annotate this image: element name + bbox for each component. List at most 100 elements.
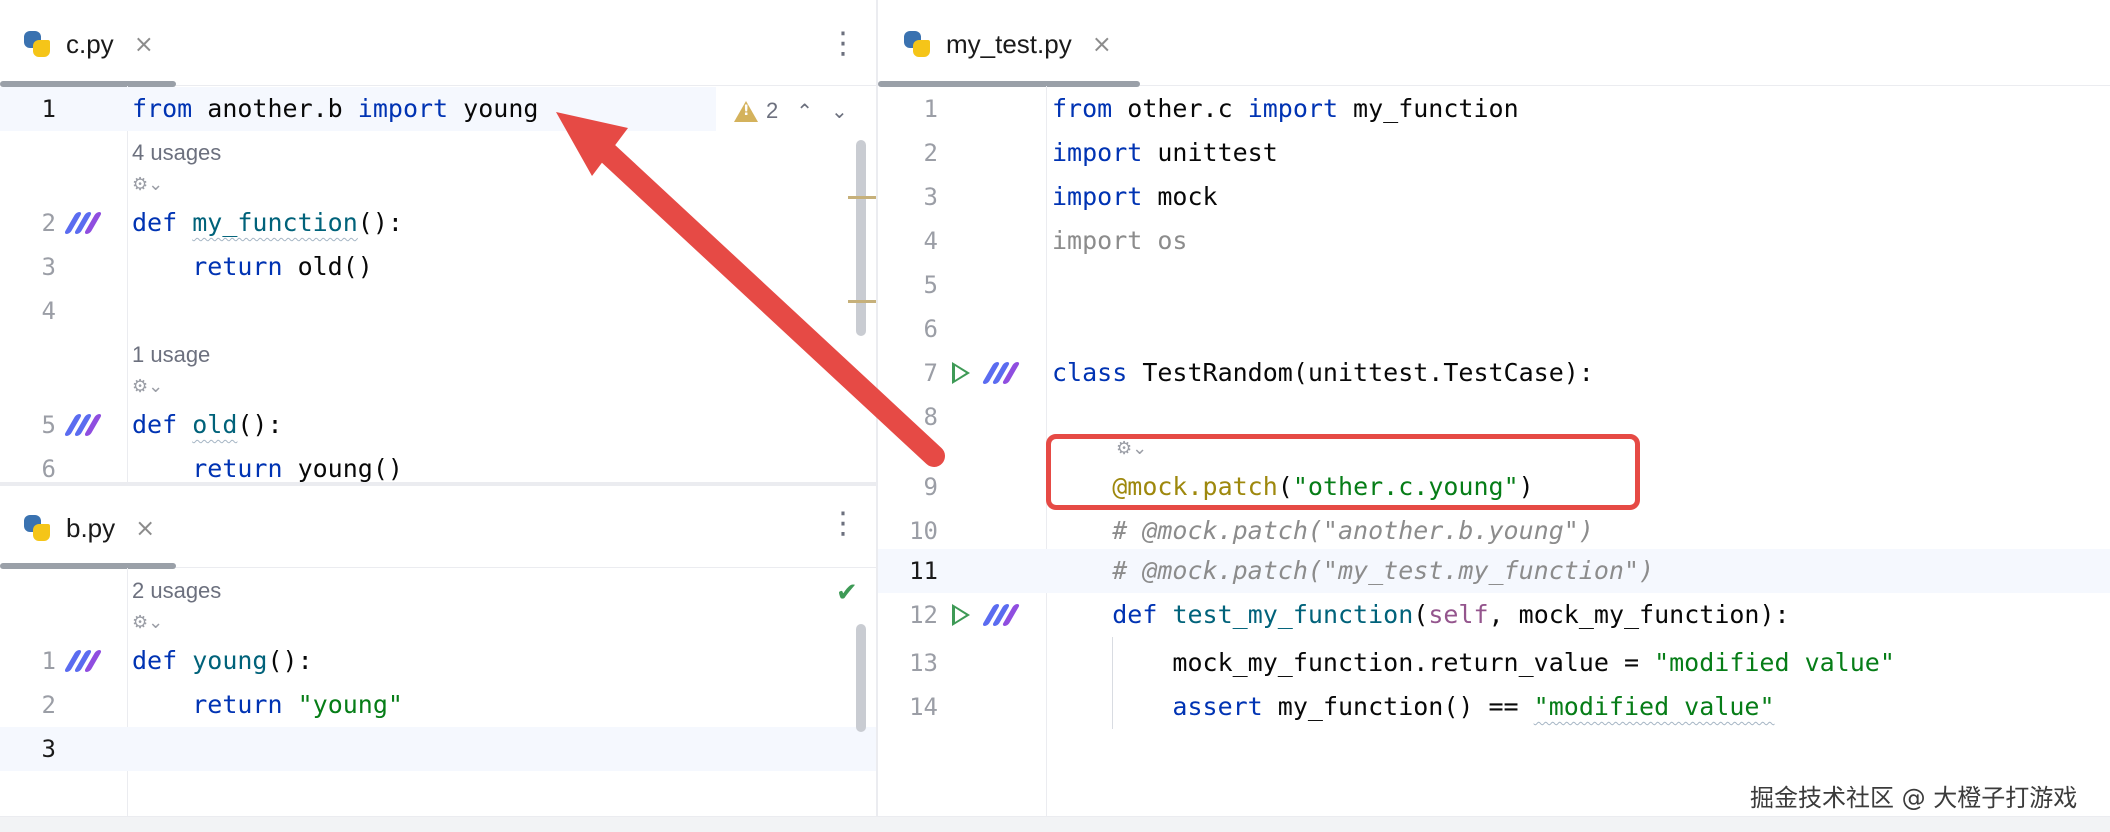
tab-my-test-py[interactable]: my_test.py × bbox=[902, 20, 1112, 68]
chevron-down-icon[interactable]: ⌄ bbox=[831, 99, 848, 123]
keyword: import bbox=[1052, 182, 1143, 211]
line-number: 8 bbox=[923, 403, 938, 431]
tab-label: c.py bbox=[66, 28, 114, 59]
code-line-2[interactable]: def my_function(): bbox=[132, 201, 403, 245]
line-number: 6 bbox=[41, 455, 56, 482]
gutter-separator bbox=[127, 86, 128, 482]
code-line-14[interactable]: assert my_function() == "modified value" bbox=[1052, 685, 1775, 729]
tab-label: b.py bbox=[66, 512, 116, 543]
comment: # @mock.patch("my_test.my_function") bbox=[1112, 556, 1655, 585]
module-name: another.b bbox=[192, 94, 358, 123]
ai-assistant-icon[interactable] bbox=[981, 604, 1021, 626]
active-tab-indicator bbox=[0, 563, 176, 569]
keyword: import bbox=[1247, 94, 1338, 123]
line-number: 3 bbox=[923, 183, 938, 211]
tab-c-py[interactable]: c.py × bbox=[22, 20, 154, 68]
line-number: 10 bbox=[909, 517, 938, 545]
line-number: 2 bbox=[41, 209, 56, 237]
ai-assistant-icon[interactable] bbox=[63, 414, 103, 436]
keyword: assert bbox=[1172, 692, 1263, 721]
function-name: young bbox=[192, 646, 268, 675]
inspection-widget[interactable]: 2 ⌃ ⌄ bbox=[734, 94, 848, 128]
code-line-2[interactable]: return "young" bbox=[132, 683, 403, 727]
line-number: 11 bbox=[909, 557, 938, 585]
self-parameter: self bbox=[1428, 600, 1489, 629]
run-test-icon[interactable] bbox=[952, 362, 970, 384]
code-text: (): bbox=[237, 410, 283, 439]
close-icon[interactable]: × bbox=[134, 30, 154, 58]
chevron-up-icon[interactable]: ⌃ bbox=[796, 99, 813, 123]
tab-bar: my_test.py × bbox=[878, 0, 2110, 87]
line-number: 2 bbox=[923, 139, 938, 167]
code-line-7[interactable]: class TestRandom(unittest.TestCase): bbox=[1052, 351, 1594, 395]
string-literal: "modified value" bbox=[1654, 648, 1895, 677]
usages-hint[interactable]: 4 usages bbox=[132, 140, 221, 166]
ai-hint-icon[interactable]: ⚙⌄ bbox=[132, 174, 163, 195]
keyword: def bbox=[132, 410, 178, 439]
ai-assistant-icon[interactable] bbox=[981, 362, 1021, 384]
annotation-highlight-box bbox=[1046, 434, 1640, 510]
code-line-1[interactable]: from other.c import my_function bbox=[1052, 87, 1519, 131]
line-number: 12 bbox=[909, 601, 938, 629]
more-options-icon[interactable]: ⋮ bbox=[828, 504, 858, 544]
code-line-1[interactable]: def young(): bbox=[132, 639, 313, 683]
code-line-13[interactable]: mock_my_function.return_value = "modifie… bbox=[1052, 641, 1895, 685]
function-name: old bbox=[192, 410, 238, 439]
code-text: mock_my_function.return_value = bbox=[1172, 648, 1655, 677]
code-line-3[interactable]: return old() bbox=[132, 245, 373, 289]
gutter-separator bbox=[127, 568, 128, 816]
watermark: 掘金技术社区 @ 大橙子打游戏 bbox=[1750, 784, 2078, 812]
keyword: from bbox=[1052, 94, 1113, 123]
ai-assistant-icon[interactable] bbox=[63, 212, 103, 234]
tab-bar: c.py × ⋮ bbox=[0, 0, 876, 87]
usages-hint[interactable]: 2 usages bbox=[132, 578, 221, 604]
ai-assistant-icon[interactable] bbox=[63, 650, 103, 672]
keyword: return bbox=[192, 454, 283, 482]
string-literal: "modified value" bbox=[1533, 692, 1775, 721]
keyword: def bbox=[132, 208, 178, 237]
ai-hint-icon[interactable]: ⚙⌄ bbox=[132, 376, 163, 397]
line-number: 6 bbox=[923, 315, 938, 343]
ai-hint-icon[interactable]: ⚙⌄ bbox=[132, 612, 163, 633]
usages-hint[interactable]: 1 usage bbox=[132, 342, 210, 368]
code-line-5[interactable]: def old(): bbox=[132, 403, 283, 447]
warning-icon bbox=[734, 100, 758, 122]
more-options-icon[interactable]: ⋮ bbox=[828, 24, 858, 64]
code-line-11[interactable]: # @mock.patch("my_test.my_function") bbox=[1052, 549, 1654, 593]
function-name: test_my_function bbox=[1172, 600, 1414, 629]
imported-name: my_function bbox=[1338, 94, 1519, 123]
code-line-2[interactable]: import unittest bbox=[1052, 131, 1278, 175]
status-strip bbox=[0, 816, 2110, 832]
code-line-3[interactable]: import mock bbox=[1052, 175, 1218, 219]
line-number: 1 bbox=[41, 95, 56, 123]
close-icon[interactable]: × bbox=[1092, 30, 1112, 58]
code-line-12[interactable]: def test_my_function(self, mock_my_funct… bbox=[1052, 593, 1789, 637]
python-file-icon bbox=[22, 513, 52, 543]
run-test-icon[interactable] bbox=[952, 604, 970, 626]
editor-pane-my-test-py: my_test.py × 1 from other.c import my_fu… bbox=[878, 0, 2110, 816]
code-line-10[interactable]: # @mock.patch("another.b.young") bbox=[1052, 509, 1594, 553]
code-text: (): bbox=[267, 646, 313, 675]
line-number: 5 bbox=[41, 411, 56, 439]
code-line[interactable] bbox=[0, 727, 876, 771]
line-number: 14 bbox=[909, 693, 938, 721]
code-line-4[interactable]: import os bbox=[1052, 219, 1187, 263]
scrollbar-thumb[interactable] bbox=[856, 140, 866, 336]
comment: # @mock.patch("another.b.young") bbox=[1112, 516, 1594, 545]
keyword: import bbox=[357, 94, 449, 123]
code-line-1[interactable]: from another.b import young bbox=[132, 87, 538, 131]
line-number: 4 bbox=[923, 227, 938, 255]
warning-count: 2 bbox=[766, 98, 779, 123]
scrollbar-thumb[interactable] bbox=[856, 624, 866, 732]
tab-b-py[interactable]: b.py × bbox=[22, 504, 155, 552]
module-name: other.c bbox=[1112, 94, 1248, 123]
module-name: unittest bbox=[1142, 138, 1278, 167]
code-text: TestRandom(unittest.TestCase): bbox=[1127, 358, 1594, 387]
line-number: 4 bbox=[41, 297, 56, 325]
code-line-6[interactable]: return young() bbox=[132, 447, 403, 482]
code-text: (): bbox=[357, 208, 403, 237]
keyword: return bbox=[192, 690, 283, 719]
close-icon[interactable]: × bbox=[135, 514, 155, 542]
line-number: 7 bbox=[923, 359, 938, 387]
code-text: my_function() == bbox=[1262, 692, 1534, 721]
